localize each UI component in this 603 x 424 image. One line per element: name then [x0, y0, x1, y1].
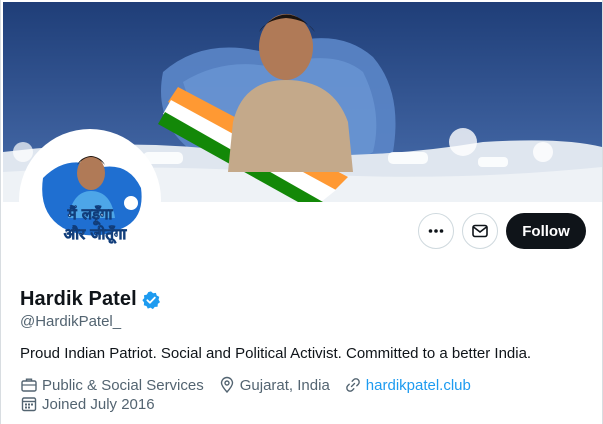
- avatar-slogan-line2: और जीतूँगा: [64, 225, 128, 244]
- profile-meta-joined: Joined July 2016: [20, 395, 169, 413]
- website-link[interactable]: hardikpatel.club: [366, 377, 471, 394]
- link-icon: [345, 378, 360, 392]
- display-name: Hardik Patel: [20, 288, 137, 310]
- follow-button[interactable]: Follow: [506, 213, 586, 249]
- avatar-artwork: मैं लड़ूँगा और जीतूँगा: [23, 133, 157, 267]
- website-item[interactable]: hardikpatel.club: [344, 376, 471, 394]
- category-item: Public & Social Services: [20, 376, 204, 394]
- location-item: Gujarat, India: [218, 376, 330, 394]
- envelope-icon: [472, 224, 488, 238]
- bio: Proud Indian Patriot. Social and Politic…: [20, 345, 532, 362]
- avatar-image: मैं लड़ूँगा और जीतूँगा: [23, 133, 157, 267]
- more-options-button[interactable]: [418, 213, 454, 249]
- avatar-slogan-line1: मैं लड़ूँगा: [67, 205, 114, 226]
- briefcase-icon: [21, 378, 37, 392]
- name-row: Hardik Patel: [20, 288, 161, 311]
- category-text: Public & Social Services: [42, 376, 204, 394]
- location-text: Gujarat, India: [239, 376, 330, 394]
- calendar-icon: [21, 397, 37, 412]
- profile-meta: Public & Social Services Gujarat, India …: [20, 376, 485, 394]
- verified-badge-icon[interactable]: [141, 290, 161, 310]
- more-horizontal-icon: [428, 229, 444, 233]
- joined-item: Joined July 2016: [20, 395, 155, 413]
- username: @HardikPatel_: [20, 313, 122, 330]
- profile-card: मैं लड़ूँगा और जीतूँगा Follow Hardik Pat…: [0, 0, 603, 424]
- avatar[interactable]: मैं लड़ूँगा और जीतूँगा: [19, 129, 161, 271]
- joined-text: Joined July 2016: [42, 395, 155, 413]
- location-pin-icon: [220, 376, 233, 394]
- message-button[interactable]: [462, 213, 498, 249]
